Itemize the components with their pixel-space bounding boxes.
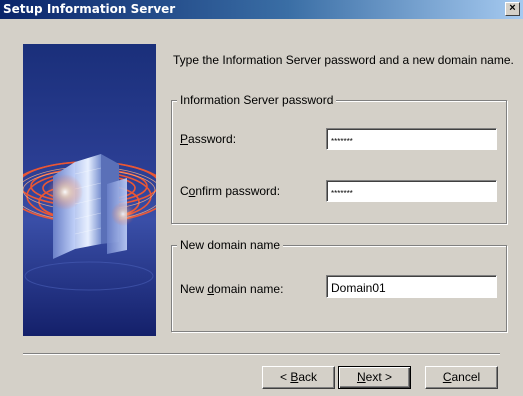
title-bar: Setup Information Server × bbox=[0, 0, 523, 19]
setup-banner-image bbox=[23, 44, 156, 336]
cancel-button[interactable]: Cancel bbox=[425, 366, 498, 389]
domain-name-field[interactable] bbox=[326, 275, 497, 298]
password-field[interactable] bbox=[326, 128, 497, 150]
back-button[interactable]: < Back bbox=[262, 366, 335, 389]
domain-name-label: New domain name: bbox=[180, 282, 284, 296]
password-group-legend: Information Server password bbox=[177, 93, 337, 107]
next-button[interactable]: Next > bbox=[338, 366, 411, 389]
close-button[interactable]: × bbox=[505, 2, 520, 16]
confirm-password-label: Confirm password: bbox=[180, 184, 281, 198]
password-label: Password: bbox=[180, 132, 237, 146]
window-title: Setup Information Server bbox=[3, 2, 176, 16]
domain-group-legend: New domain name bbox=[177, 238, 284, 252]
button-separator bbox=[23, 353, 500, 355]
confirm-password-field[interactable] bbox=[326, 180, 497, 202]
password-groupbox: Information Server password bbox=[171, 93, 507, 224]
close-icon: × bbox=[509, 2, 516, 14]
intro-text: Type the Information Server password and… bbox=[173, 53, 514, 67]
